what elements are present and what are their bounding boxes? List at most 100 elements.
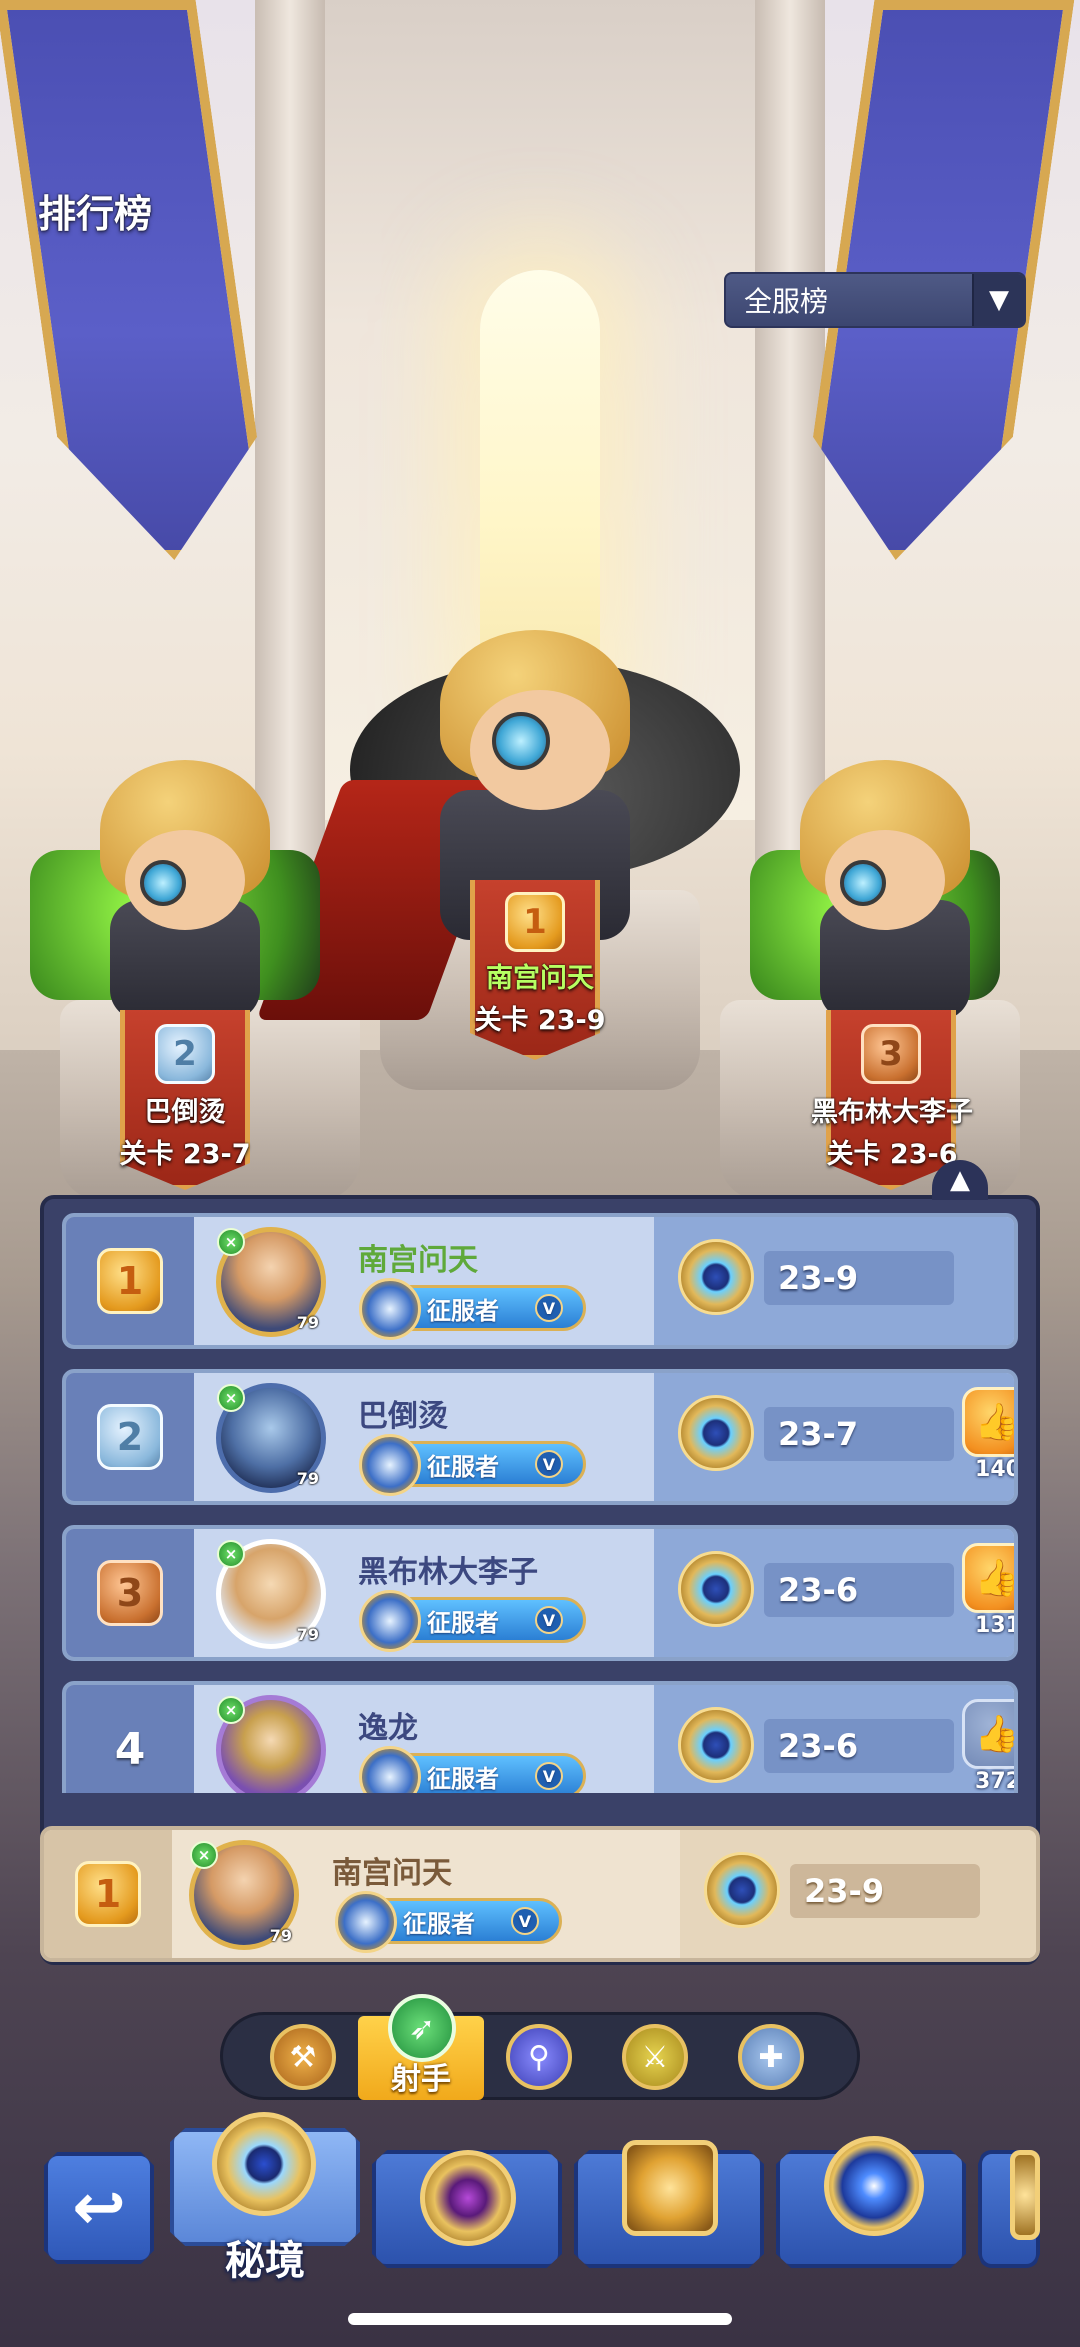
rank-cell: 4 xyxy=(66,1685,194,1793)
player-level: 79 xyxy=(296,1625,319,1644)
title-text: 征服者 xyxy=(427,1608,499,1637)
podium-stage-first: 关卡 23-9 xyxy=(474,1005,606,1036)
title-text: 征服者 xyxy=(403,1909,475,1938)
rank-3-medal-icon: 3 xyxy=(861,1024,921,1084)
home-indicator[interactable] xyxy=(348,2313,732,2325)
player-name: 黑布林大李子 xyxy=(358,1555,538,1590)
title-badge: 征服者 V xyxy=(359,1746,586,1793)
rank-bronze-badge-icon: 3 xyxy=(97,1560,163,1626)
class-tab-label: 射手 xyxy=(391,2062,451,2097)
like-thumb-icon[interactable]: 👍 xyxy=(962,1543,1014,1613)
title-badge: 征服者 V xyxy=(359,1434,586,1496)
my-rank-row[interactable]: 1 × 79 南宫问天 征服者 V 23-9 xyxy=(40,1826,1040,1962)
player-avatar[interactable]: × 79 xyxy=(216,1383,326,1493)
title-emblem-icon xyxy=(359,1746,421,1793)
server-filter-dropdown[interactable]: 全服榜 ▼ xyxy=(724,272,1026,328)
title-text: 征服者 xyxy=(427,1452,499,1481)
stage-emblem-icon xyxy=(678,1707,754,1783)
player-level: 79 xyxy=(296,1469,319,1488)
class-mini-icon: × xyxy=(217,1540,245,1568)
like-thumb-icon[interactable]: 👍 xyxy=(962,1699,1014,1769)
axe-icon[interactable]: ⚒ xyxy=(270,2024,336,2090)
title-emblem-icon xyxy=(359,1278,421,1340)
purple-gem-emblem-icon xyxy=(420,2150,516,2246)
like-thumb-icon[interactable]: 👍 xyxy=(962,1387,1014,1457)
stage-value: 23-9 xyxy=(790,1864,980,1918)
hero-goggle xyxy=(840,860,886,906)
rank-number: 4 xyxy=(114,1723,146,1775)
pillar xyxy=(755,0,825,900)
pillar xyxy=(255,0,325,900)
hero-goggle xyxy=(492,712,550,770)
v-tag: V xyxy=(535,1606,563,1634)
v-tag: V xyxy=(511,1907,539,1935)
title-text: 征服者 xyxy=(427,1764,499,1793)
page-title: 排行榜 xyxy=(38,192,153,236)
server-filter-value: 全服榜 xyxy=(744,285,829,318)
title-badge: 征服者 V xyxy=(359,1590,586,1652)
player-name: 南宫问天 xyxy=(332,1856,452,1891)
title-emblem-icon xyxy=(359,1590,421,1652)
podium-stage-second: 关卡 23-7 xyxy=(119,1139,251,1170)
stage-value: 23-7 xyxy=(764,1407,954,1461)
player-avatar[interactable]: × 79 xyxy=(216,1227,326,1337)
player-level: 79 xyxy=(269,1926,292,1945)
rank-gold-badge-icon: 1 xyxy=(75,1861,141,1927)
secret-realm-emblem-icon xyxy=(212,2112,316,2216)
v-tag: V xyxy=(535,1450,563,1478)
title-badge: 征服者 V xyxy=(335,1891,562,1953)
podium-name-second: 巴倒烫 xyxy=(144,1097,226,1128)
rank-cell: 2 xyxy=(66,1373,194,1501)
crown-emblem-icon xyxy=(622,2140,718,2236)
staff-icon[interactable]: ⚲ xyxy=(506,2024,572,2090)
hero-goggle xyxy=(140,860,186,906)
stage-emblem-icon xyxy=(678,1551,754,1627)
class-mini-icon: × xyxy=(217,1228,245,1256)
holy-icon[interactable]: ✚ xyxy=(738,2024,804,2090)
nav-tab-label: 秘境 xyxy=(225,2238,305,2284)
dagger-icon[interactable]: ⚔ xyxy=(622,2024,688,2090)
class-mini-icon: × xyxy=(217,1696,245,1724)
stage-emblem-icon xyxy=(678,1395,754,1471)
chevron-down-icon[interactable]: ▼ xyxy=(972,274,1024,326)
ranking-list[interactable]: 1 × 79 南宫问天 征服者 V 23-9 2 × 79 巴倒烫 征服者 V … xyxy=(62,1213,1018,1793)
stage-value: 23-9 xyxy=(764,1251,954,1305)
player-avatar[interactable]: × 79 xyxy=(216,1539,326,1649)
stage-value: 23-6 xyxy=(764,1563,954,1617)
star-emblem-icon xyxy=(824,2136,924,2236)
player-name: 南宫问天 xyxy=(358,1243,478,1278)
rank-silver-badge-icon: 2 xyxy=(97,1404,163,1470)
podium-name-first: 南宫问天 xyxy=(486,963,594,994)
title-text: 征服者 xyxy=(427,1296,499,1325)
rank-gold-badge-icon: 1 xyxy=(97,1248,163,1314)
player-name: 逸龙 xyxy=(358,1711,418,1746)
podium-name-third: 黑布林大李子 xyxy=(811,1097,973,1128)
player-avatar[interactable]: × 79 xyxy=(189,1840,299,1950)
glowing-window xyxy=(480,270,600,690)
rank-1-medal-icon: 1 xyxy=(505,892,565,952)
stage-emblem-icon xyxy=(678,1239,754,1315)
like-count: 131 xyxy=(975,1613,1018,1638)
table-row[interactable]: 1 × 79 南宫问天 征服者 V 23-9 xyxy=(62,1213,1018,1349)
v-tag: V xyxy=(535,1294,563,1322)
bow-icon[interactable]: ➶ xyxy=(388,1994,456,2062)
player-avatar[interactable]: × xyxy=(216,1695,326,1793)
ranking-screen: 排行榜 全服榜 ▼ 1 南宫问天 关卡 23-9 2 巴倒烫 关卡 23-7 3… xyxy=(0,0,1080,2347)
v-tag: V xyxy=(535,1762,563,1790)
title-badge: 征服者 V xyxy=(359,1278,586,1340)
table-row[interactable]: 3 × 79 黑布林大李子 征服者 V 23-6 👍 131 xyxy=(62,1525,1018,1661)
table-row[interactable]: 2 × 79 巴倒烫 征服者 V 23-7 👍 140 xyxy=(62,1369,1018,1505)
stage-value: 23-6 xyxy=(764,1719,954,1773)
class-mini-icon: × xyxy=(190,1841,218,1869)
player-name: 巴倒烫 xyxy=(358,1399,448,1434)
rank-2-medal-icon: 2 xyxy=(155,1024,215,1084)
player-level: 79 xyxy=(296,1313,319,1332)
partial-emblem-icon xyxy=(1010,2150,1040,2240)
stage-emblem-icon xyxy=(704,1852,780,1928)
back-button[interactable]: ↩ xyxy=(44,2152,154,2264)
table-row[interactable]: 4 × 逸龙 征服者 V 23-6 👍 372 xyxy=(62,1681,1018,1793)
like-count: 140 xyxy=(975,1457,1018,1482)
title-emblem-icon xyxy=(359,1434,421,1496)
rank-cell: 3 xyxy=(66,1529,194,1657)
like-count: 372 xyxy=(975,1769,1018,1793)
